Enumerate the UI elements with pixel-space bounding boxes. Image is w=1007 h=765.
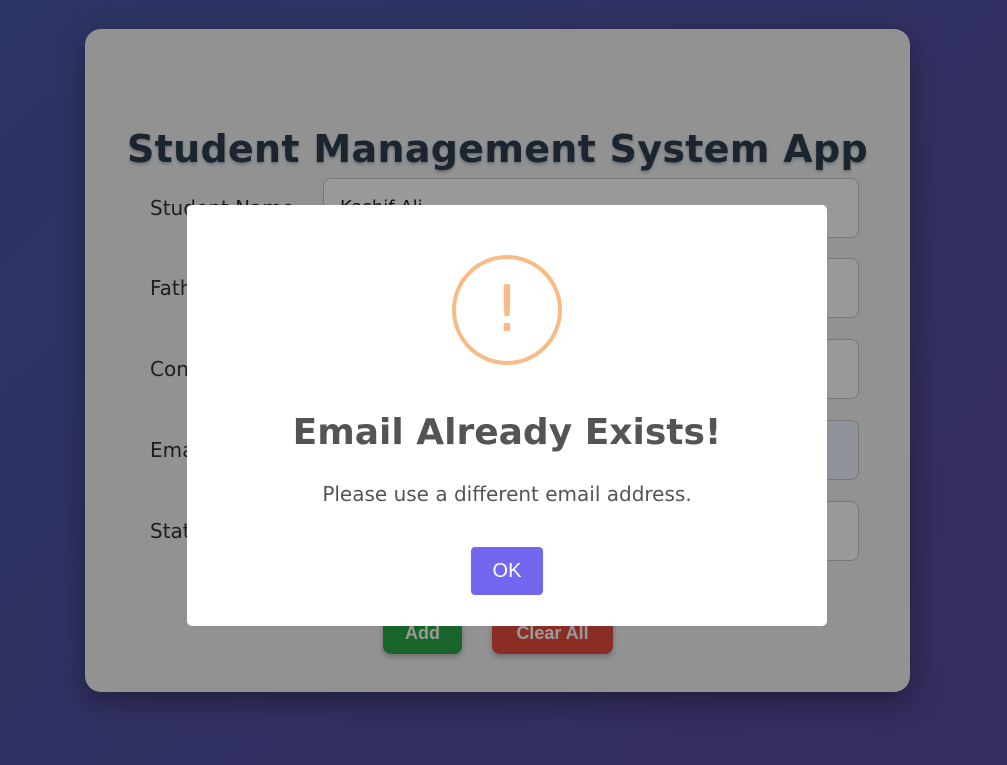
ok-button[interactable]: OK [471,547,543,595]
alert-title: Email Already Exists! [292,412,722,453]
warning-icon: ! [452,255,562,365]
alert-message: Please use a different email address. [322,482,692,506]
alert-dialog: ! Email Already Exists! Please use a dif… [187,205,827,626]
